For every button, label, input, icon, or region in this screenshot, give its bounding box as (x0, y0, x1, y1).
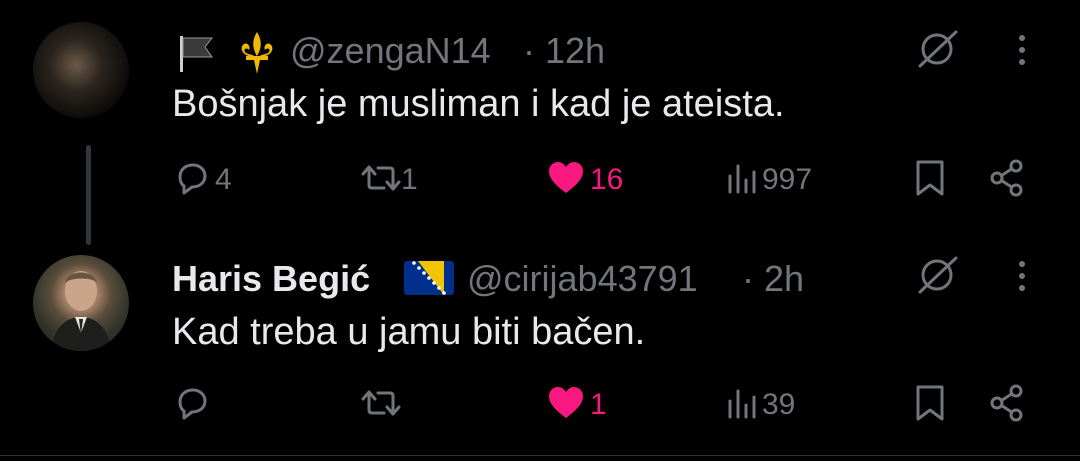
display-name[interactable]: Haris Begić (172, 258, 370, 300)
avatar[interactable] (33, 255, 129, 351)
heart-filled-icon[interactable] (545, 158, 587, 198)
fleur-de-lis-icon (232, 28, 282, 78)
retweet-icon[interactable] (355, 158, 407, 198)
black-flag-icon (172, 30, 220, 76)
grok-icon[interactable] (912, 254, 962, 296)
more-options-icon[interactable] (1010, 256, 1034, 296)
heart-filled-icon[interactable] (545, 383, 587, 423)
bookmark-icon[interactable] (910, 156, 950, 200)
tweet-text: Bošnjak je musliman i kad je ateista. (172, 83, 785, 125)
views-icon[interactable] (724, 158, 764, 198)
divider (0, 455, 1080, 456)
grok-icon[interactable] (912, 28, 962, 70)
avatar[interactable] (33, 22, 129, 118)
tweet-time[interactable]: 12h (545, 30, 605, 72)
bookmark-icon[interactable] (910, 381, 950, 425)
share-icon[interactable] (985, 156, 1029, 200)
reply-icon[interactable] (172, 383, 212, 423)
bosnia-flag-icon (404, 259, 454, 297)
share-icon[interactable] (985, 381, 1029, 425)
view-count: 997 (762, 163, 813, 196)
thread-connector (86, 145, 91, 245)
reply-icon[interactable] (172, 158, 212, 198)
view-count: 39 (762, 388, 796, 421)
retweet-count: 1 (401, 163, 418, 196)
tweet-handle[interactable]: @zengaN14 (290, 30, 491, 72)
retweet-icon[interactable] (355, 383, 407, 423)
like-count: 16 (590, 163, 624, 196)
tweet-text: Kad treba u jamu biti bačen. (172, 311, 646, 353)
more-options-icon[interactable] (1010, 30, 1034, 70)
tweet-time[interactable]: 2h (764, 258, 804, 300)
views-icon[interactable] (724, 383, 764, 423)
separator-dot: · (523, 30, 535, 71)
like-count: 1 (590, 388, 607, 421)
separator-dot: · (742, 258, 754, 299)
reply-count: 4 (215, 163, 232, 196)
tweet-handle[interactable]: @cirijab43791 (467, 258, 698, 300)
